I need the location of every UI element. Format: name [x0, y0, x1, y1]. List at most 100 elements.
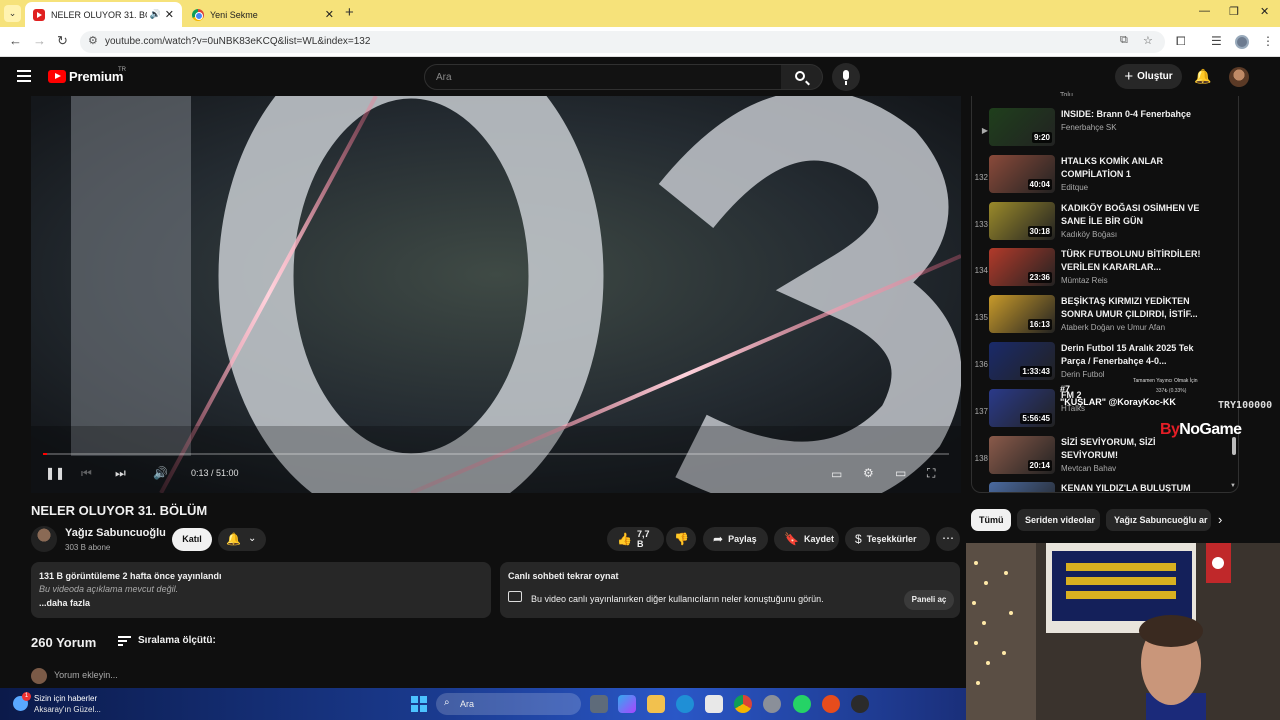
- sort-button[interactable]: Sıralama ölçütü:: [138, 635, 216, 646]
- video-player[interactable]: ❚❚ ⏮ ⏭ 🔊 0:13 / 51:00 ▭ ⚙ ▭ ⛶: [31, 96, 961, 493]
- thanks-button[interactable]: $ Teşekkürler: [845, 527, 930, 551]
- channel-avatar[interactable]: [31, 526, 57, 552]
- address-bar[interactable]: ⚙ youtube.com/watch?v=0uNBK83eKCQ&list=W…: [80, 31, 1165, 53]
- captions-icon[interactable]: ▭: [831, 467, 842, 481]
- notifications-bell-icon[interactable]: 🔔: [1194, 68, 1211, 85]
- menu-hamburger-icon[interactable]: [17, 70, 31, 82]
- bookmark-star-icon[interactable]: ☆: [1143, 34, 1153, 47]
- task-view-icon[interactable]: [590, 695, 608, 713]
- tab-search-menu-button[interactable]: ⌄: [4, 5, 21, 22]
- youtube-premium-label[interactable]: Premium: [69, 69, 123, 84]
- join-button[interactable]: Katıl: [172, 528, 212, 551]
- show-more-link[interactable]: ...daha fazla: [39, 598, 90, 608]
- account-avatar[interactable]: [1229, 67, 1249, 87]
- chrome-menu-icon[interactable]: ⋮: [1262, 34, 1274, 48]
- more-actions-icon[interactable]: ⋯: [936, 527, 960, 551]
- whatsapp-icon[interactable]: [793, 695, 811, 713]
- subscribed-dropdown-button[interactable]: 🔔 ⌄: [218, 528, 266, 551]
- previous-icon[interactable]: ⏮: [81, 466, 92, 481]
- playlist-item-title[interactable]: SİZİ SEVİYORUM, SİZİ SEVİYORUM!: [1061, 436, 1209, 462]
- playlist-item[interactable]: 133 30:18 KADIKÖY BOĞASI OSİMHEN VE SANE İ…: [972, 200, 1234, 246]
- playlist-item[interactable]: 138 20:14 SİZİ SEVİYORUM, SİZİ SEVİYORUM! M…: [972, 434, 1234, 480]
- chips-next-arrow-icon[interactable]: ›: [1218, 512, 1222, 527]
- open-panel-button[interactable]: Paneli aç: [904, 590, 954, 610]
- back-icon[interactable]: ←: [9, 33, 22, 48]
- add-comment-input[interactable]: Yorum ekleyin...: [54, 670, 118, 680]
- playlist-thumbnail[interactable]: 20:14: [989, 435, 1055, 474]
- playlist-item[interactable]: ▶ 9:20 INSIDE: Brann 0-4 Fenerbahçe Fenerba…: [972, 106, 1234, 152]
- share-button[interactable]: ➦ Paylaş: [703, 527, 768, 551]
- forward-icon[interactable]: →: [33, 33, 46, 48]
- create-button[interactable]: + Oluştur: [1115, 64, 1182, 89]
- scroll-down-arrow-icon[interactable]: ▼: [1230, 483, 1236, 489]
- playlist-item[interactable]: 135 16:13 BEŞİKTAŞ KIRMIZI YEDİKTEN SONRA …: [972, 293, 1234, 339]
- playlist-item[interactable]: 132 40:04 HTALKS KOMİK ANLAR COMPİLATİON 1…: [972, 153, 1234, 199]
- playlist-item[interactable]: 134 23:36 TÜRK FUTBOLUNU BİTİRDİLER! VERİL…: [972, 246, 1234, 292]
- new-tab-button[interactable]: +: [345, 4, 354, 21]
- playlist-index: 134: [974, 266, 988, 276]
- playlist-item-title[interactable]: Derin Futbol 15 Aralık 2025 Tek Parça / …: [1061, 342, 1209, 368]
- player-progress-bar[interactable]: [43, 453, 949, 455]
- taskbar-search-input[interactable]: ⌕ Ara: [436, 693, 581, 715]
- playlist-item-title[interactable]: BEŞİKTAŞ KIRMIZI YEDİKTEN SONRA UMUR ÇIL…: [1061, 295, 1209, 321]
- theater-mode-icon[interactable]: ▭: [895, 466, 906, 480]
- playlist-item-title[interactable]: KADIKÖY BOĞASI OSİMHEN VE SANE İLE BİR G…: [1061, 202, 1209, 228]
- chrome-profile-avatar[interactable]: [1235, 35, 1249, 49]
- chip-all[interactable]: Tümü: [971, 509, 1011, 531]
- edge-icon[interactable]: [676, 695, 694, 713]
- playlist-thumbnail[interactable]: 16:13: [989, 295, 1055, 334]
- chip-series-videos[interactable]: Seriden videolar: [1017, 509, 1100, 531]
- playlist-thumbnail[interactable]: 30:18: [989, 201, 1055, 240]
- close-tab-icon[interactable]: ✕: [165, 8, 174, 21]
- reload-icon[interactable]: ↻: [57, 33, 68, 49]
- playlist-thumbnail[interactable]: 1:33:43: [989, 342, 1055, 380]
- playlist-scrollbar[interactable]: [1232, 437, 1236, 455]
- description-box[interactable]: 131 B görüntüleme 2 hafta önce yayınland…: [31, 562, 491, 618]
- next-icon[interactable]: ⏭: [115, 466, 126, 481]
- voice-search-icon[interactable]: [832, 63, 860, 91]
- windows-start-icon[interactable]: [411, 696, 427, 712]
- file-explorer-icon[interactable]: [647, 695, 665, 713]
- playlist-item-title[interactable]: KENAN YILDIZ'LA BULUŞTUM: [1061, 482, 1209, 492]
- steam-icon[interactable]: [851, 695, 869, 713]
- playlist-thumbnail[interactable]: 9:20: [989, 108, 1055, 146]
- fullscreen-icon[interactable]: ⛶: [927, 466, 935, 481]
- copilot-icon[interactable]: [618, 695, 636, 713]
- tab-youtube-video[interactable]: NELER OLUYOR 31. BÖLÜM 🔊 ✕: [25, 2, 182, 27]
- restore-icon[interactable]: ❐: [1229, 5, 1239, 18]
- sort-icon[interactable]: [118, 636, 131, 646]
- close-window-icon[interactable]: ✕: [1260, 5, 1269, 18]
- playlist-thumbnail[interactable]: 40:04: [989, 154, 1055, 193]
- pause-icon[interactable]: ❚❚: [45, 466, 65, 480]
- settings-gear-icon[interactable]: ⚙: [863, 466, 874, 480]
- minimize-icon[interactable]: —: [1199, 5, 1210, 17]
- channel-name[interactable]: Yağız Sabuncuoğlu: [65, 527, 166, 539]
- chrome-taskbar-icon[interactable]: [734, 695, 752, 713]
- chip-channel[interactable]: Yağız Sabuncuoğlu ar: [1106, 509, 1211, 531]
- playlist-thumbnail[interactable]: 23:36: [989, 248, 1055, 287]
- playlist-thumbnail[interactable]: 5:56:45: [989, 388, 1055, 427]
- settings-taskbar-icon[interactable]: [763, 695, 781, 713]
- search-button[interactable]: [781, 64, 823, 90]
- playlist-item-title[interactable]: TÜRK FUTBOLUNU BİTİRDİLER! VERİLEN KARAR…: [1061, 248, 1209, 274]
- tab-new-tab[interactable]: Yeni Sekme ✕: [184, 2, 342, 27]
- playlist-item[interactable]: KENAN YILDIZ'LA BULUŞTUM: [972, 480, 1234, 492]
- reading-list-icon[interactable]: ☰: [1211, 34, 1222, 48]
- volume-icon[interactable]: 🔊: [153, 466, 168, 480]
- playlist-thumbnail[interactable]: [989, 482, 1055, 492]
- site-info-icon[interactable]: ⚙: [88, 34, 98, 47]
- youtube-logo-icon[interactable]: [48, 70, 66, 83]
- ea-app-icon[interactable]: [822, 695, 840, 713]
- playlist-item-title[interactable]: HTALKS KOMİK ANLAR COMPİLATİON 1: [1061, 155, 1209, 181]
- playlist-item-title[interactable]: INSIDE: Brann 0-4 Fenerbahçe: [1061, 108, 1209, 121]
- extensions-icon[interactable]: ⧠: [1176, 34, 1186, 49]
- audio-playing-icon[interactable]: 🔊: [150, 9, 161, 20]
- dislike-button[interactable]: 👎: [666, 527, 696, 551]
- cast-icon[interactable]: ⧉: [1120, 34, 1128, 47]
- news-badge: 1: [22, 692, 31, 701]
- store-icon[interactable]: [705, 695, 723, 713]
- close-tab-icon[interactable]: ✕: [325, 8, 334, 21]
- save-button[interactable]: 🔖 Kaydet: [774, 527, 839, 551]
- search-input[interactable]: Ara: [424, 64, 782, 90]
- like-button[interactable]: 👍 7,7 B: [607, 527, 664, 551]
